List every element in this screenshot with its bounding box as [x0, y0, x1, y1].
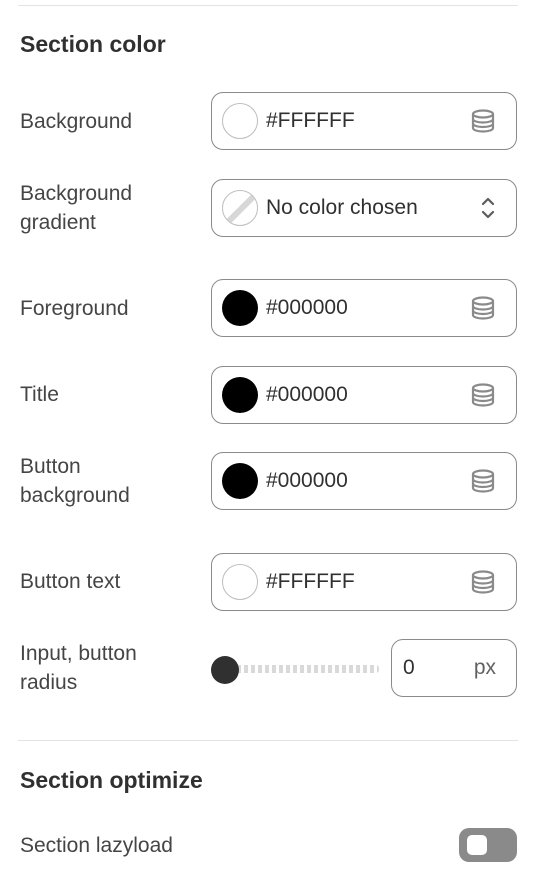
background-label: Background	[20, 110, 133, 133]
no-color-swatch[interactable]	[222, 190, 258, 226]
section-divider	[18, 740, 518, 741]
button-background-color-value[interactable]: #000000	[266, 469, 470, 493]
background-color-value[interactable]: #FFFFFF	[266, 109, 470, 133]
background-color-field[interactable]: #FFFFFF	[211, 92, 517, 150]
slider-thumb[interactable]	[211, 656, 239, 684]
color-swatch[interactable]	[222, 290, 258, 326]
radius-input[interactable]: 0 px	[391, 639, 517, 697]
radius-unit: px	[473, 656, 496, 679]
settings-panel: Section color Background #FFFFFF Backgro…	[0, 0, 538, 892]
color-swatch[interactable]	[222, 463, 258, 499]
background-gradient-select[interactable]: No color chosen	[211, 179, 517, 237]
foreground-color-field[interactable]: #000000	[211, 279, 517, 337]
database-icon[interactable]	[470, 569, 496, 595]
chevron-up-down-icon[interactable]	[478, 193, 498, 223]
button-text-color-field[interactable]: #FFFFFF	[211, 553, 517, 611]
title-color-value[interactable]: #000000	[266, 383, 470, 407]
database-icon[interactable]	[470, 382, 496, 408]
radius-slider[interactable]	[211, 656, 379, 684]
toggle-knob[interactable]	[467, 835, 487, 855]
database-icon[interactable]	[470, 295, 496, 321]
section-optimize-title: Section optimize	[20, 767, 203, 793]
button-text-label: Button text	[20, 570, 121, 593]
radius-label: Input, button radius	[20, 642, 137, 694]
button-background-label: Button background	[20, 455, 130, 507]
database-icon[interactable]	[470, 468, 496, 494]
foreground-color-value[interactable]: #000000	[266, 296, 470, 320]
title-color-field[interactable]: #000000	[211, 366, 517, 424]
button-background-color-field[interactable]: #000000	[211, 452, 517, 510]
section-lazyload-label: Section lazyload	[20, 834, 173, 857]
color-swatch[interactable]	[222, 564, 258, 600]
foreground-label: Foreground	[20, 297, 129, 320]
top-divider	[18, 5, 518, 6]
radius-value[interactable]: 0	[403, 656, 474, 680]
background-gradient-label: Background gradient	[20, 182, 133, 234]
database-icon[interactable]	[470, 108, 496, 134]
title-label: Title	[20, 383, 59, 406]
color-swatch[interactable]	[222, 103, 258, 139]
button-text-color-value[interactable]: #FFFFFF	[266, 570, 470, 594]
slider-track[interactable]	[223, 665, 379, 673]
section-color-title: Section color	[20, 31, 166, 57]
color-swatch[interactable]	[222, 377, 258, 413]
section-lazyload-toggle[interactable]	[459, 828, 517, 862]
background-gradient-value[interactable]: No color chosen	[266, 196, 478, 220]
